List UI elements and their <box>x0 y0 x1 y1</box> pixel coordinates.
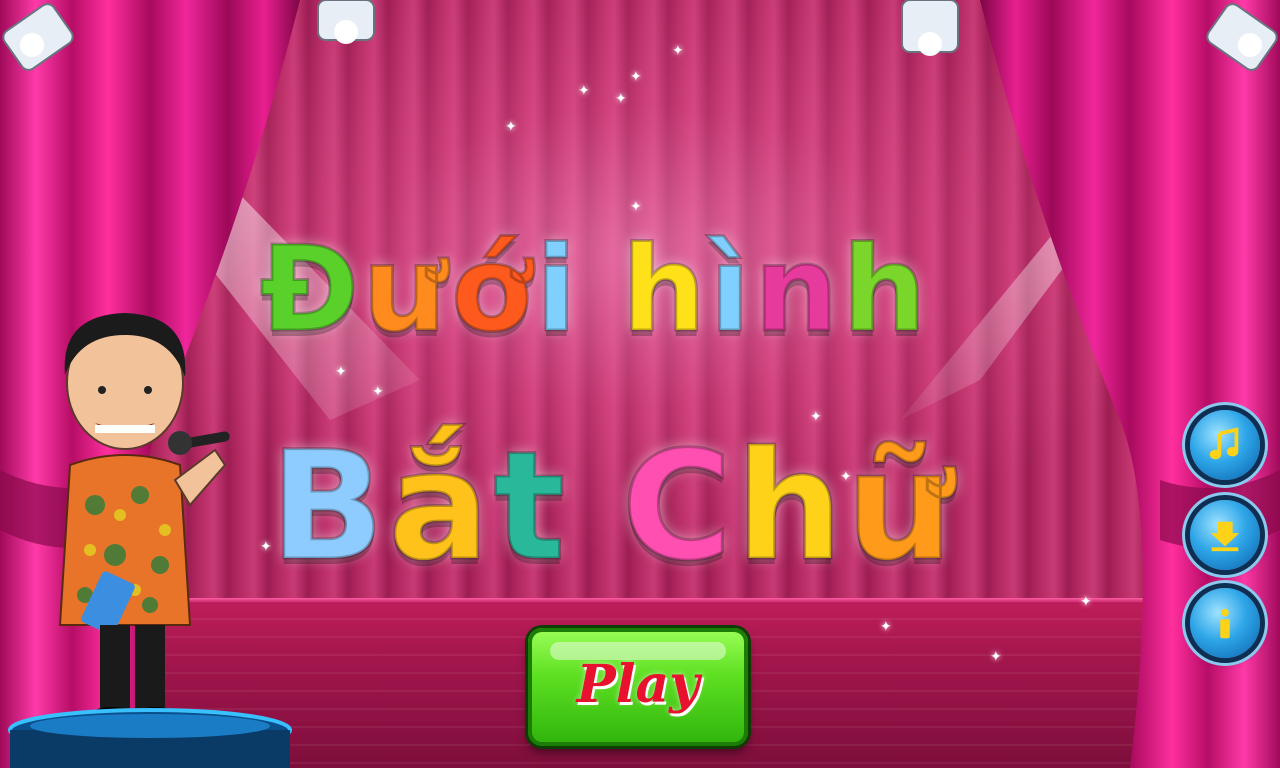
title-letter: i <box>534 219 581 360</box>
info-icon <box>1220 608 1230 639</box>
title-letter: B <box>268 419 389 596</box>
host-pedestal <box>8 708 292 768</box>
download-icon <box>1210 521 1240 552</box>
title-letter: ắ <box>387 419 494 596</box>
music-button[interactable] <box>1190 410 1260 480</box>
title-letter: C <box>620 419 736 596</box>
title-letter: ớ <box>449 219 536 360</box>
title-line-2: Bắt Chữ <box>268 419 958 596</box>
title-letter: ư <box>361 219 451 360</box>
stage-lamps <box>2 0 1278 71</box>
download-button[interactable] <box>1190 500 1260 570</box>
host-character <box>58 313 230 723</box>
game-title: Đưới hình Bắt Chữ <box>240 150 1040 620</box>
title-letter: ữ <box>845 419 958 596</box>
title-letter: h <box>620 219 710 360</box>
play-button[interactable]: Play <box>528 628 748 746</box>
title-letter: Đ <box>259 219 363 360</box>
sparkle: ✦ <box>578 83 590 99</box>
title-letter: ì <box>708 219 755 360</box>
sparkle: ✦ <box>1080 594 1092 610</box>
sparkle: ✦ <box>880 619 892 635</box>
info-button[interactable] <box>1190 588 1260 658</box>
title-letter: h <box>734 419 847 596</box>
sparkle: ✦ <box>630 69 642 85</box>
music-note-icon <box>1209 427 1239 460</box>
sparkle: ✦ <box>505 119 517 135</box>
title-letter: h <box>841 219 931 360</box>
sparkle: ✦ <box>990 649 1002 665</box>
title-line-1: Đưới hình <box>259 219 931 360</box>
sparkle: ✦ <box>615 91 627 107</box>
title-letter: t <box>492 419 570 596</box>
title-letter: n <box>753 219 843 360</box>
sparkle: ✦ <box>672 43 684 59</box>
play-label: Play <box>576 654 700 715</box>
